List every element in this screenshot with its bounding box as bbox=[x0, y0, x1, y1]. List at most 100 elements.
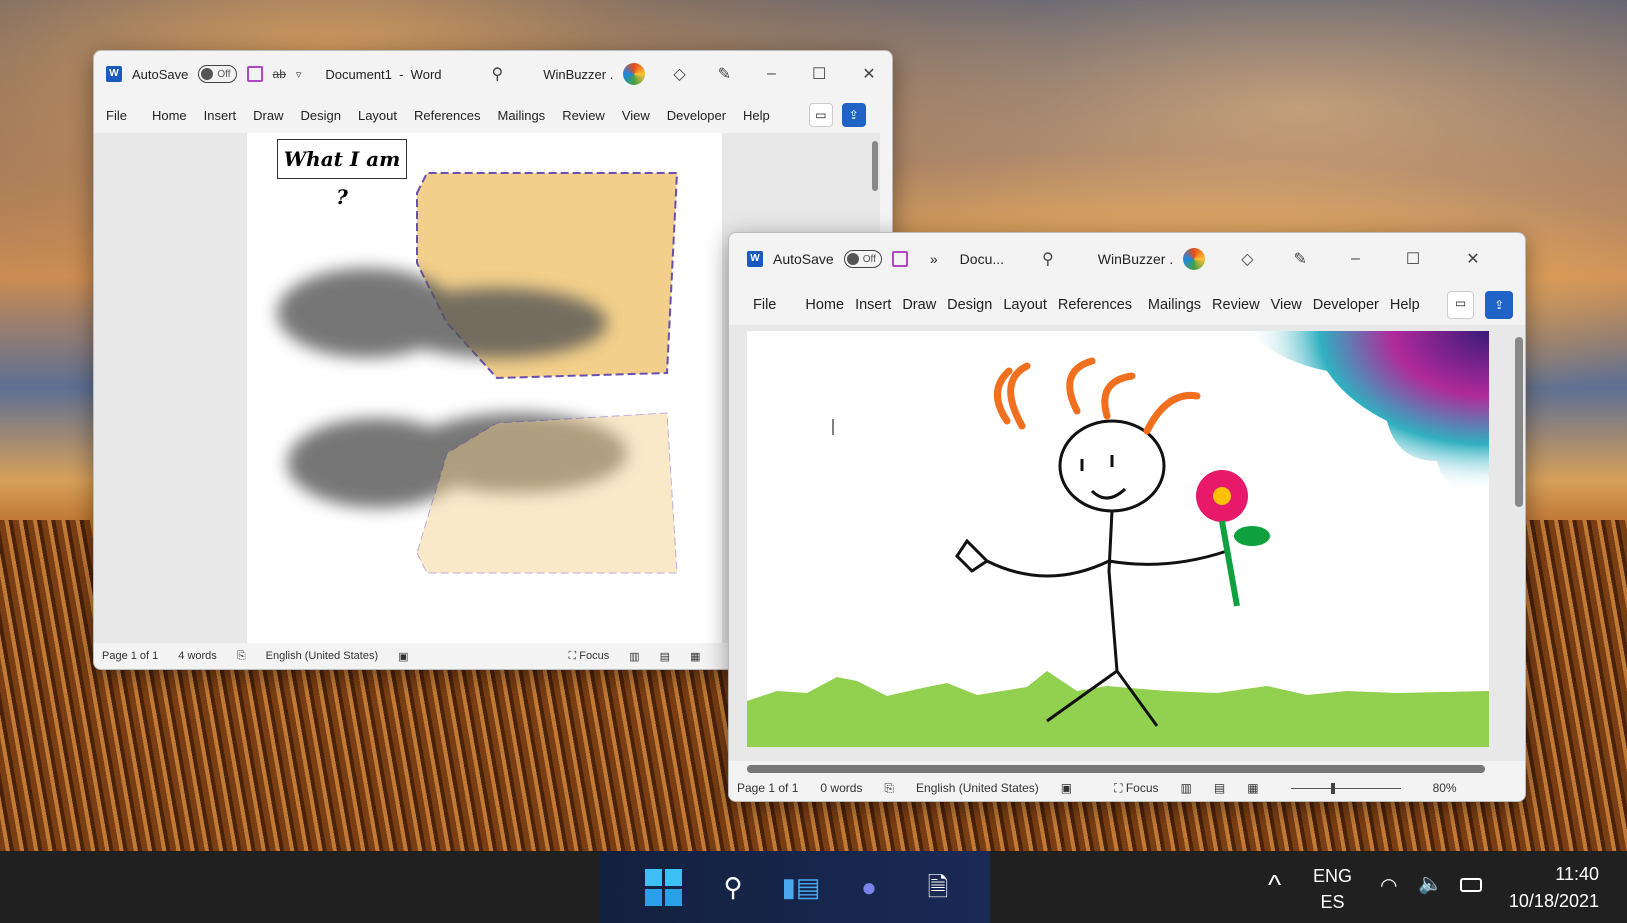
read-mode-icon[interactable]: ▥ bbox=[1181, 781, 1192, 795]
tab-file[interactable]: File bbox=[106, 108, 127, 123]
customize-qat-icon[interactable]: ▿ bbox=[296, 68, 302, 81]
tab-review[interactable]: Review bbox=[562, 108, 605, 123]
proofing-icon[interactable]: ⎘ bbox=[884, 781, 894, 796]
vertical-scrollbar[interactable] bbox=[872, 141, 878, 191]
notepad-button[interactable]: 🗎 bbox=[918, 867, 958, 907]
minimize-icon[interactable]: – bbox=[1351, 250, 1360, 268]
comments-button[interactable]: ▭ bbox=[1446, 291, 1475, 319]
hair-ink bbox=[994, 357, 1201, 435]
account-avatar[interactable] bbox=[623, 63, 646, 85]
autosave-toggle[interactable]: Off bbox=[843, 250, 882, 268]
focus-button[interactable]: ⛶ Focus bbox=[569, 650, 610, 663]
widgets-button[interactable]: ▮▤ bbox=[781, 867, 821, 907]
autosave-label: AutoSave bbox=[773, 251, 834, 267]
zoom-slider[interactable] bbox=[1281, 783, 1411, 794]
strikethrough-icon[interactable]: ab bbox=[273, 67, 286, 81]
zoom-slider-thumb[interactable] bbox=[1330, 783, 1335, 794]
tab-view[interactable]: View bbox=[1271, 297, 1302, 313]
page-count[interactable]: Page 1 of 1 bbox=[102, 650, 158, 662]
accessibility-icon[interactable]: ▣ bbox=[1061, 781, 1072, 795]
zoom-level[interactable]: 80% bbox=[1433, 781, 1457, 795]
print-layout-icon[interactable]: ▤ bbox=[1214, 781, 1225, 795]
input-language[interactable]: ENG ES bbox=[1313, 863, 1352, 915]
document-page[interactable]: What I am ? bbox=[247, 133, 722, 645]
document-canvas bbox=[729, 325, 1525, 761]
tab-layout[interactable]: Layout bbox=[1003, 297, 1047, 313]
lang-secondary: ES bbox=[1320, 892, 1345, 912]
search-icon[interactable]: ⚲ bbox=[492, 64, 504, 84]
start-button[interactable] bbox=[643, 867, 683, 907]
tab-mailings[interactable]: Mailings bbox=[498, 108, 546, 123]
tab-design[interactable]: Design bbox=[947, 297, 992, 313]
artwork-image[interactable] bbox=[247, 133, 722, 645]
teams-chat-button[interactable]: ● bbox=[849, 867, 889, 907]
autosave-toggle[interactable]: Off bbox=[198, 65, 237, 83]
tab-references[interactable]: References bbox=[1058, 297, 1137, 313]
tab-home[interactable]: Home bbox=[152, 108, 187, 123]
language[interactable]: English (United States) bbox=[266, 650, 379, 662]
more-commands[interactable]: » bbox=[930, 251, 938, 267]
wifi-icon[interactable]: ◠ bbox=[1380, 873, 1397, 898]
read-mode-icon[interactable]: ▥ bbox=[629, 650, 639, 663]
stick-figure-ink bbox=[955, 419, 1228, 727]
tab-draw[interactable]: Draw bbox=[902, 297, 936, 313]
tab-developer[interactable]: Developer bbox=[667, 108, 726, 123]
tab-review[interactable]: Review bbox=[1212, 297, 1260, 313]
taskbar: ⚲ ▮▤ ● 🗎 ^ ENG ES ◠ 🔈 11:40 10/18/2021 bbox=[0, 851, 1627, 923]
volume-icon[interactable]: 🔈 bbox=[1418, 871, 1443, 896]
page-count[interactable]: Page 1 of 1 bbox=[737, 781, 798, 795]
focus-button[interactable]: ⛶ Focus bbox=[1114, 781, 1158, 796]
diamond-icon[interactable]: ◇ bbox=[1241, 249, 1253, 269]
drawing-canvas[interactable] bbox=[747, 331, 1489, 747]
word-icon: W bbox=[106, 66, 122, 82]
ribbon-tabs: File Home Insert Draw Design Layout Refe… bbox=[729, 285, 1525, 325]
tab-insert[interactable]: Insert bbox=[855, 297, 891, 313]
vertical-scrollbar[interactable] bbox=[1515, 337, 1523, 507]
language[interactable]: English (United States) bbox=[916, 781, 1039, 795]
maximize-icon[interactable]: ☐ bbox=[1406, 249, 1420, 269]
tab-mailings[interactable]: Mailings bbox=[1148, 297, 1201, 313]
comments-button[interactable]: ▭ bbox=[808, 103, 833, 127]
account-avatar[interactable] bbox=[1183, 248, 1206, 270]
proofing-icon[interactable]: ⎘ bbox=[237, 650, 246, 663]
save-icon[interactable] bbox=[246, 66, 263, 82]
save-icon[interactable] bbox=[891, 251, 908, 267]
print-layout-icon[interactable]: ▤ bbox=[660, 650, 670, 663]
tab-design[interactable]: Design bbox=[301, 108, 341, 123]
tab-layout[interactable]: Layout bbox=[358, 108, 397, 123]
tab-references[interactable]: References bbox=[414, 108, 480, 123]
accessibility-icon[interactable]: ▣ bbox=[398, 650, 408, 663]
grass-ink bbox=[747, 671, 1489, 747]
tab-draw[interactable]: Draw bbox=[253, 108, 283, 123]
tab-help[interactable]: Help bbox=[1390, 297, 1420, 313]
search-button[interactable]: ⚲ bbox=[713, 867, 753, 907]
account-name[interactable]: WinBuzzer . bbox=[1098, 251, 1173, 267]
word-count[interactable]: 0 words bbox=[820, 781, 862, 795]
share-button[interactable]: ⇪ bbox=[1485, 291, 1513, 319]
tab-view[interactable]: View bbox=[622, 108, 650, 123]
maximize-icon[interactable]: ☐ bbox=[812, 64, 826, 84]
battery-icon[interactable] bbox=[1460, 878, 1482, 892]
word-window-document2[interactable]: W AutoSave Off » Docu... ⚲ WinBuzzer . ◇… bbox=[728, 232, 1526, 802]
designer-icon[interactable]: ✎ bbox=[718, 64, 731, 84]
tab-home[interactable]: Home bbox=[805, 297, 844, 313]
minimize-icon[interactable]: – bbox=[767, 65, 776, 83]
web-layout-icon[interactable]: ▦ bbox=[690, 650, 700, 663]
show-hidden-icons[interactable]: ^ bbox=[1268, 869, 1281, 901]
close-icon[interactable]: ✕ bbox=[1466, 249, 1479, 269]
account-name[interactable]: WinBuzzer . bbox=[543, 67, 613, 82]
diamond-icon[interactable]: ◇ bbox=[673, 64, 685, 84]
designer-icon[interactable]: ✎ bbox=[1294, 249, 1307, 269]
search-icon[interactable]: ⚲ bbox=[1042, 249, 1054, 269]
web-layout-icon[interactable]: ▦ bbox=[1247, 781, 1258, 795]
word-count[interactable]: 4 words bbox=[178, 650, 217, 662]
close-icon[interactable]: ✕ bbox=[862, 64, 875, 84]
clock[interactable]: 11:40 10/18/2021 bbox=[1509, 861, 1599, 915]
tab-insert[interactable]: Insert bbox=[204, 108, 237, 123]
tab-file[interactable]: File bbox=[753, 297, 776, 313]
document-page[interactable] bbox=[747, 331, 1489, 747]
tab-developer[interactable]: Developer bbox=[1313, 297, 1379, 313]
tab-help[interactable]: Help bbox=[743, 108, 770, 123]
share-button[interactable]: ⇪ bbox=[841, 103, 866, 127]
horizontal-scrollbar[interactable] bbox=[747, 765, 1485, 773]
